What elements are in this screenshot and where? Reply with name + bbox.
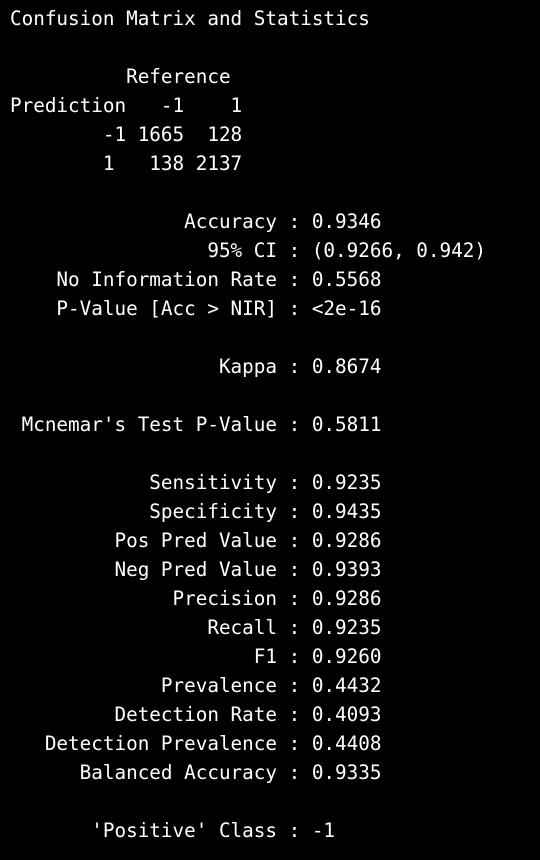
stat-precision: Precision : 0.9286 [10,587,382,610]
stat-positive-class: 'Positive' Class : -1 [10,819,336,842]
stat-accuracy: Accuracy : 0.9346 [10,210,382,233]
stat-pos-pred-value: Pos Pred Value : 0.9286 [10,529,382,552]
stat-recall: Recall : 0.9235 [10,616,382,639]
matrix-row-1: 1 138 2137 [10,152,243,175]
stat-kappa: Kappa : 0.8674 [10,355,382,378]
stat-p-value-acc-nir: P-Value [Acc > NIR] : <2e-16 [10,297,382,320]
stat-no-information-rate: No Information Rate : 0.5568 [10,268,382,291]
matrix-prediction-header: Prediction -1 1 [10,94,243,117]
console-output: Confusion Matrix and Statistics Referenc… [10,4,486,845]
matrix-row-neg1: -1 1665 128 [10,123,243,146]
stat-detection-rate: Detection Rate : 0.4093 [10,703,382,726]
stat-prevalence: Prevalence : 0.4432 [10,674,382,697]
stat-mcnemar-p-value: Mcnemar's Test P-Value : 0.5811 [10,413,382,436]
output-title: Confusion Matrix and Statistics [10,7,370,30]
stat-detection-prevalence: Detection Prevalence : 0.4408 [10,732,382,755]
stat-f1: F1 : 0.9260 [10,645,382,668]
stat-95-ci: 95% CI : (0.9266, 0.942) [10,239,486,262]
stat-balanced-accuracy: Balanced Accuracy : 0.9335 [10,761,382,784]
matrix-reference-header: Reference [10,65,231,88]
stat-sensitivity: Sensitivity : 0.9235 [10,471,382,494]
stat-specificity: Specificity : 0.9435 [10,500,382,523]
stat-neg-pred-value: Neg Pred Value : 0.9393 [10,558,382,581]
